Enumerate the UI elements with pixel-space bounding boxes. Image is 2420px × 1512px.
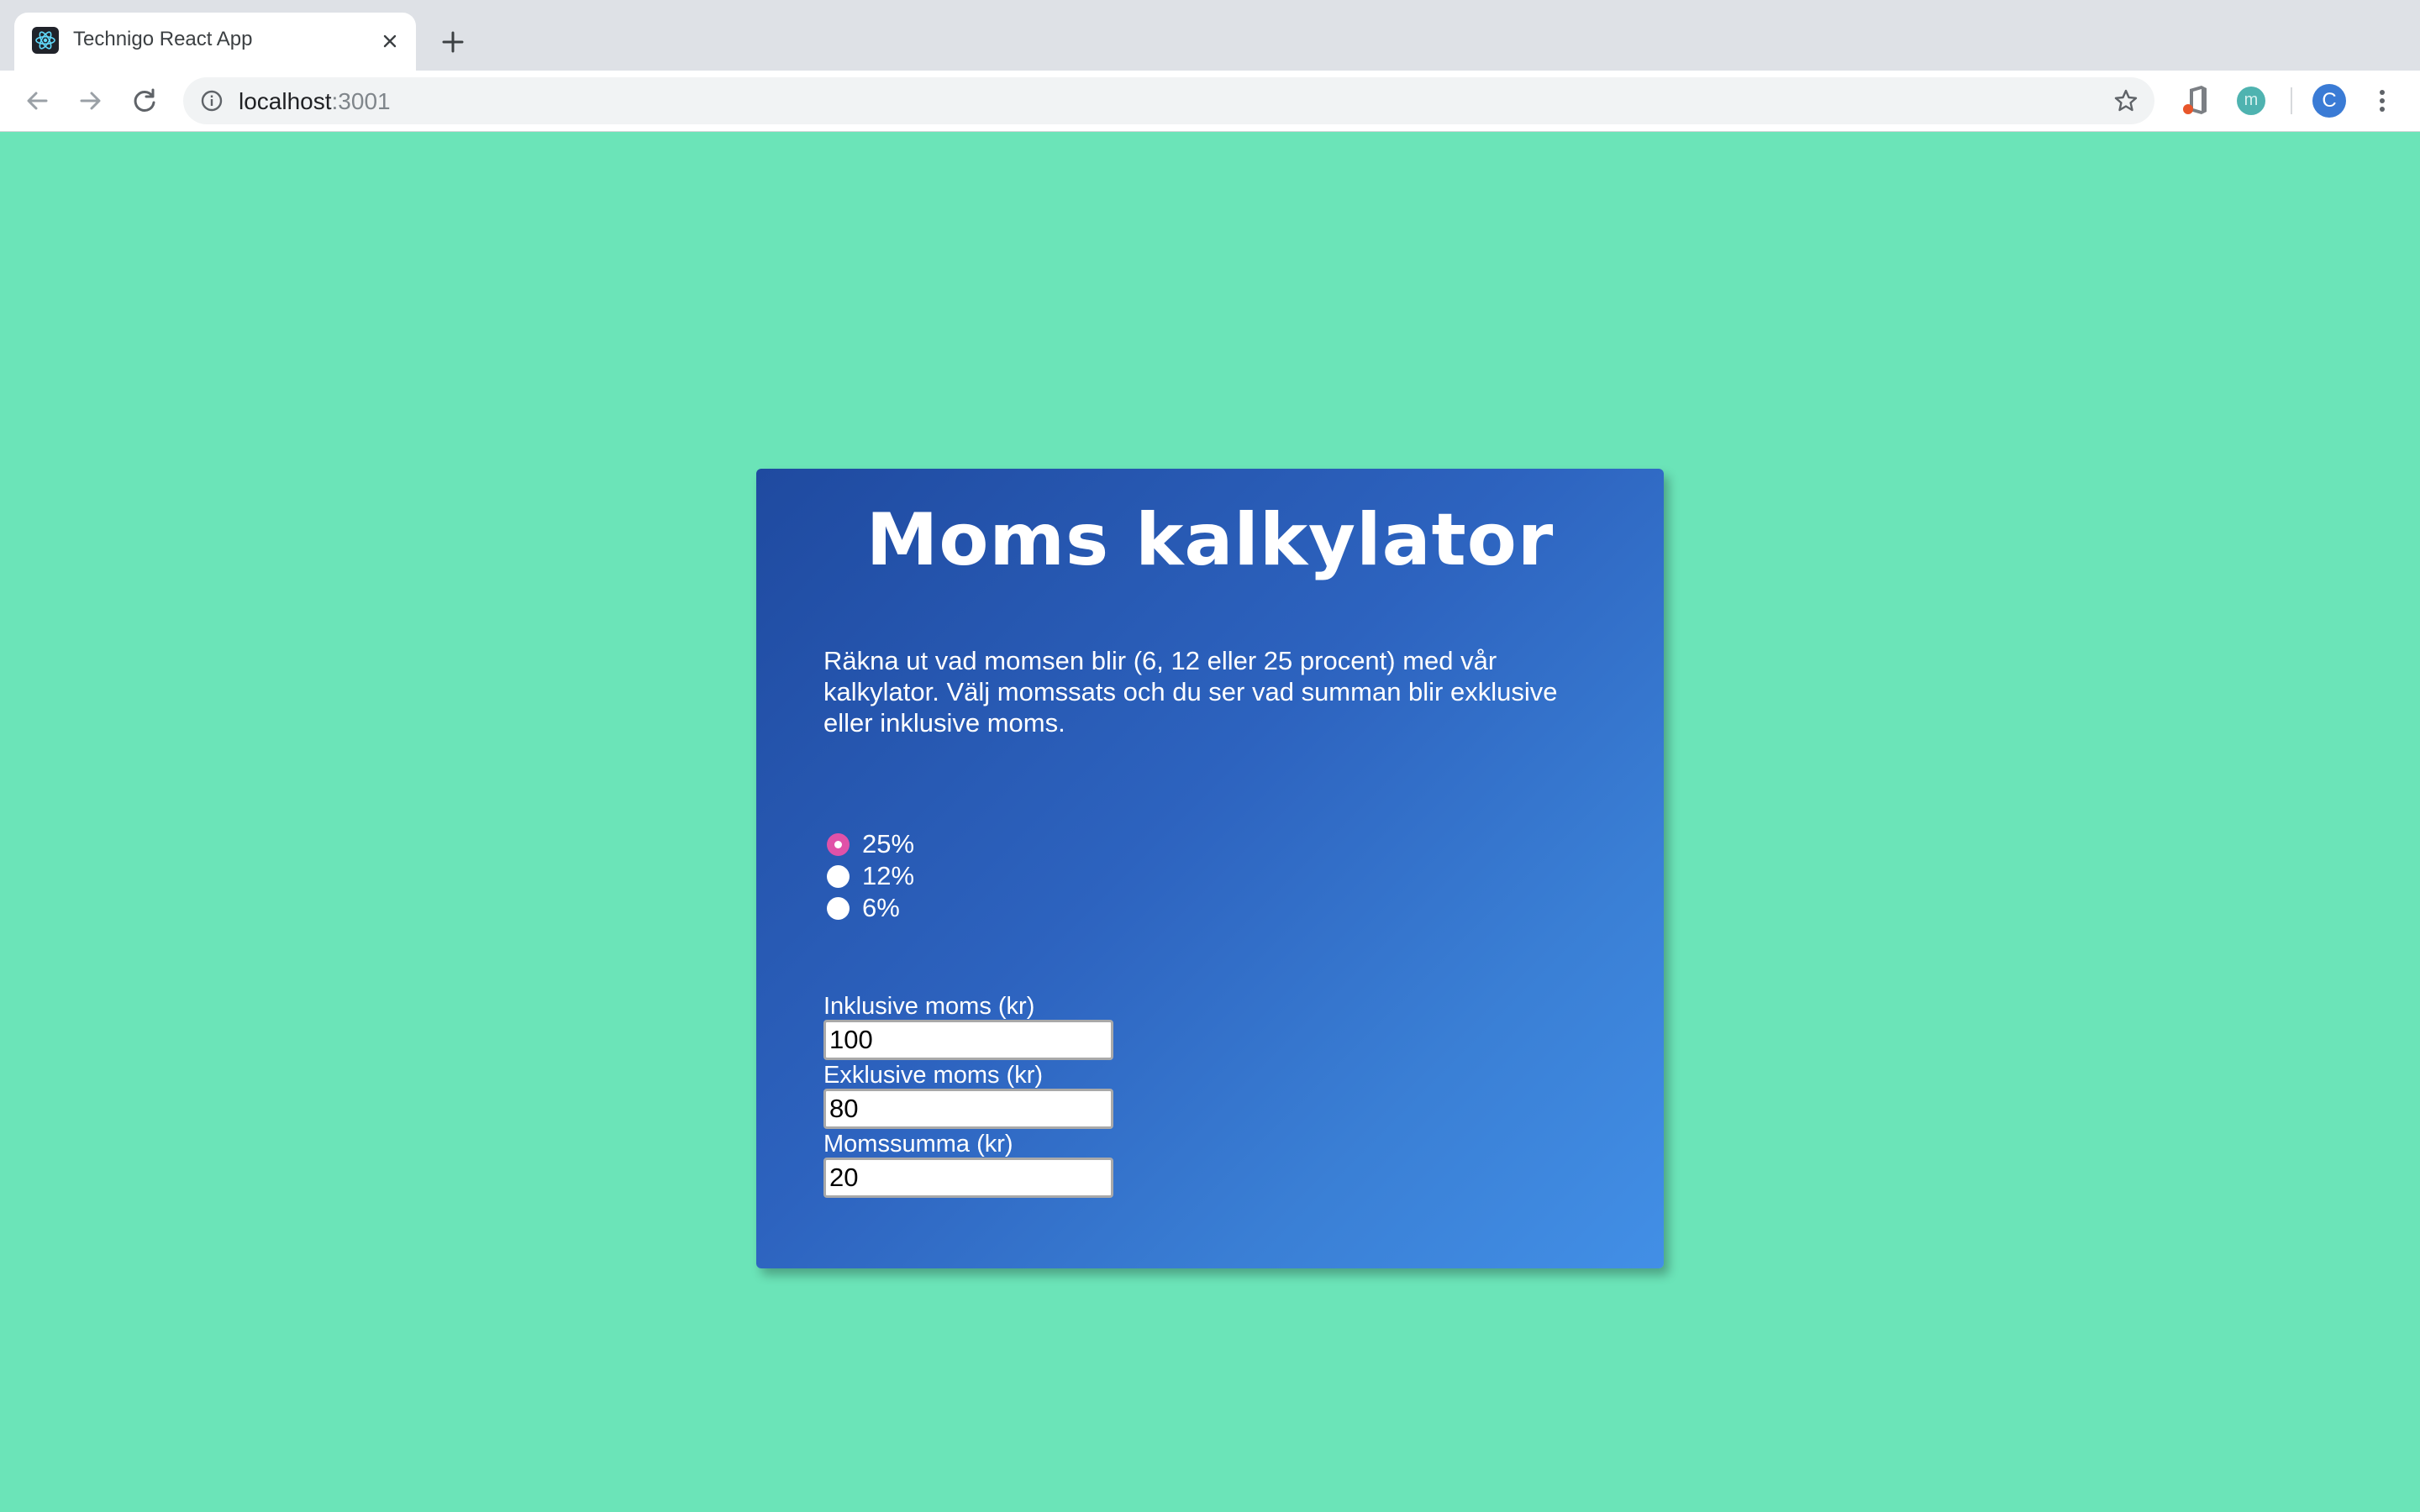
- vat-rate-radio-25[interactable]: [827, 833, 850, 856]
- vat-amount-input[interactable]: [823, 1158, 1113, 1198]
- vat-calculator-card: Moms kalkylator Räkna ut vad momsen blir…: [756, 469, 1664, 1268]
- vat-rate-label-6[interactable]: 6%: [862, 892, 900, 924]
- react-logo-icon: [32, 27, 59, 54]
- inclusive-vat-input[interactable]: [823, 1020, 1113, 1060]
- url-text: localhost:3001: [239, 88, 391, 115]
- browser-tab[interactable]: Technigo React App: [14, 13, 416, 71]
- exclusive-vat-input[interactable]: [823, 1089, 1113, 1129]
- vat-amount-label: Momssumma (kr): [823, 1131, 1013, 1158]
- vat-rate-radio-12[interactable]: [827, 865, 850, 888]
- forward-arrow-icon[interactable]: [74, 84, 108, 118]
- close-tab-icon[interactable]: [377, 29, 402, 54]
- new-tab-icon[interactable]: [439, 28, 467, 56]
- vat-rate-radio-6[interactable]: [827, 897, 850, 920]
- extension-m-icon[interactable]: m: [2237, 87, 2265, 115]
- amount-fields: Inklusive moms (kr) Exklusive moms (kr) …: [823, 993, 1113, 1200]
- tab-title: Technigo React App: [73, 28, 253, 50]
- reload-icon[interactable]: [128, 84, 161, 118]
- browser-menu-icon[interactable]: [2370, 84, 2395, 118]
- browser-toolbar: localhost:3001: [0, 71, 2420, 132]
- vat-rate-label-12[interactable]: 12%: [862, 860, 914, 892]
- bookmark-star-icon[interactable]: [2112, 87, 2139, 114]
- profile-avatar[interactable]: C: [2312, 84, 2346, 118]
- page-title: Moms kalkylator: [865, 498, 1555, 582]
- url-port: :3001: [331, 88, 391, 114]
- url-host: localhost: [239, 88, 332, 114]
- address-bar[interactable]: localhost:3001: [183, 77, 2154, 124]
- inclusive-vat-label: Inklusive moms (kr): [823, 993, 1035, 1020]
- vat-rate-label-25[interactable]: 25%: [862, 828, 914, 860]
- calculator-description: Räkna ut vad momsen blir (6, 12 eller 25…: [823, 646, 1558, 738]
- exclusive-vat-label: Exklusive moms (kr): [823, 1062, 1044, 1089]
- browser-chrome: Technigo React App localhost:3001 m C: [0, 0, 2420, 132]
- toolbar-divider: [2291, 87, 2292, 114]
- tab-strip: Technigo React App: [0, 0, 2420, 71]
- site-info-icon[interactable]: [200, 89, 224, 113]
- back-arrow-icon[interactable]: [20, 84, 54, 118]
- office-extension-icon[interactable]: [2181, 84, 2210, 116]
